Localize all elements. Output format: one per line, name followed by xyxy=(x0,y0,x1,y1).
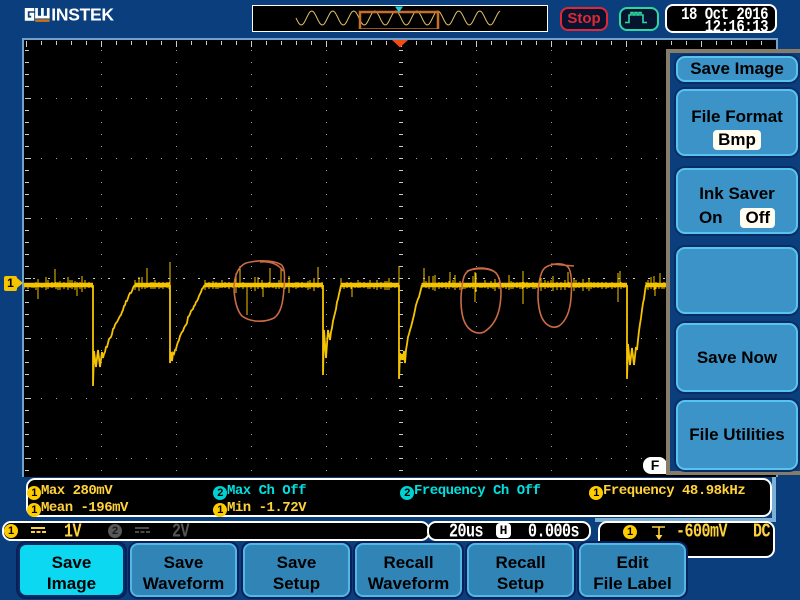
svg-text:INSTEK: INSTEK xyxy=(51,7,114,25)
